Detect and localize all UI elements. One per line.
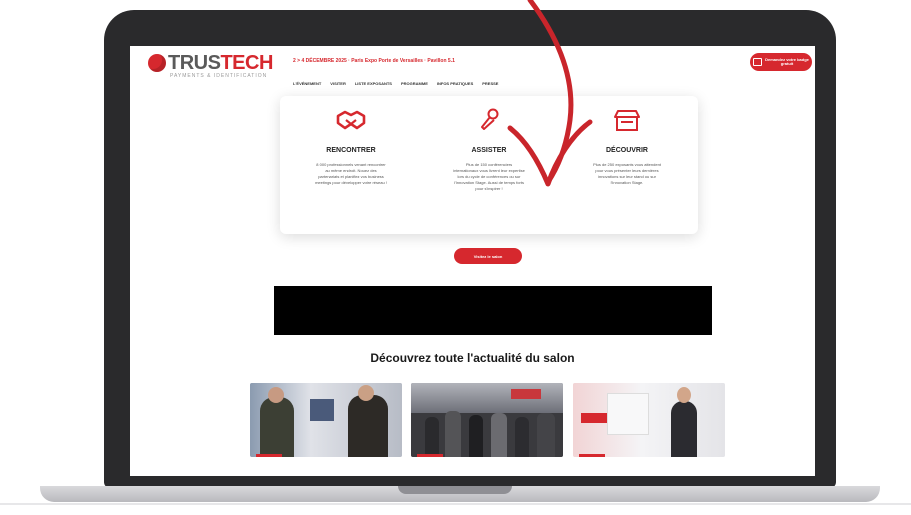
card-assister: ASSISTER Plus de 150 conférenciers inter… — [426, 96, 552, 234]
ticket-icon — [753, 58, 762, 66]
news-photo-1 — [250, 383, 402, 457]
handshake-icon — [336, 110, 366, 130]
logo-accent: TECH — [220, 51, 273, 74]
logo-text: TRUSTECH — [168, 52, 273, 75]
card-desc: 8 000 professionnels venant rencontrer a… — [315, 162, 387, 185]
news-card-2[interactable] — [411, 383, 563, 457]
logo-tagline: PAYMENTS & IDENTIFICATION — [170, 73, 268, 79]
nav-item-evenement[interactable]: L'ÉVÉNEMENT — [293, 81, 321, 86]
event-date: 2 > 4 DÉCEMBRE 2025 · Paris Expo Porte d… — [293, 58, 455, 64]
nav-item-infos[interactable]: INFOS PRATIQUES — [437, 81, 473, 86]
nav-item-exposants[interactable]: LISTE EXPOSANTS — [355, 81, 392, 86]
laptop-notch — [398, 486, 512, 494]
features-panel: RENCONTRER 8 000 professionnels venant r… — [280, 96, 698, 234]
news-tag — [256, 454, 282, 457]
microphone-icon — [481, 108, 499, 130]
badge-button-label: Demandez votre badge gratuit — [765, 56, 809, 66]
nav-item-presse[interactable]: PRESSE — [482, 81, 498, 86]
card-desc: Plus de 150 conférenciers internationaux… — [453, 162, 525, 191]
card-title: ASSISTER — [471, 147, 507, 154]
video-player[interactable] — [274, 286, 712, 335]
laptop-shadow — [0, 503, 911, 505]
news-heading: Découvrez toute l'actualité du salon — [370, 351, 575, 365]
badge-button[interactable]: Demandez votre badge gratuit — [750, 53, 812, 71]
nav-item-programme[interactable]: PROGRAMME — [401, 81, 428, 86]
card-rencontrer: RENCONTRER 8 000 professionnels venant r… — [288, 96, 414, 234]
news-photo-2 — [411, 383, 563, 457]
visit-button[interactable]: Visitez le salon — [454, 248, 522, 264]
storefront-icon — [614, 110, 640, 131]
trustech-logo[interactable]: TRUSTECH — [148, 51, 273, 75]
card-decouvrir: DÉCOUVRIR Plus de 250 exposants vous att… — [564, 96, 690, 234]
news-card-1[interactable] — [250, 383, 402, 457]
news-photo-3 — [573, 383, 725, 457]
news-card-3[interactable] — [573, 383, 725, 457]
nav-item-visiter[interactable]: VISITER — [330, 81, 346, 86]
laptop-screen: TRUSTECH PAYMENTS & IDENTIFICATION 2 > 4… — [130, 46, 815, 476]
news-tag — [579, 454, 605, 457]
main-nav: L'ÉVÉNEMENT VISITER LISTE EXPOSANTS PROG… — [293, 81, 498, 86]
card-desc: Plus de 250 exposants vous attendent pou… — [593, 162, 661, 185]
card-title: DÉCOUVRIR — [605, 147, 648, 154]
logo-dot-icon — [148, 54, 166, 72]
news-tag — [417, 454, 443, 457]
card-title: RENCONTRER — [326, 147, 376, 154]
logo-main: TRUS — [168, 51, 221, 74]
